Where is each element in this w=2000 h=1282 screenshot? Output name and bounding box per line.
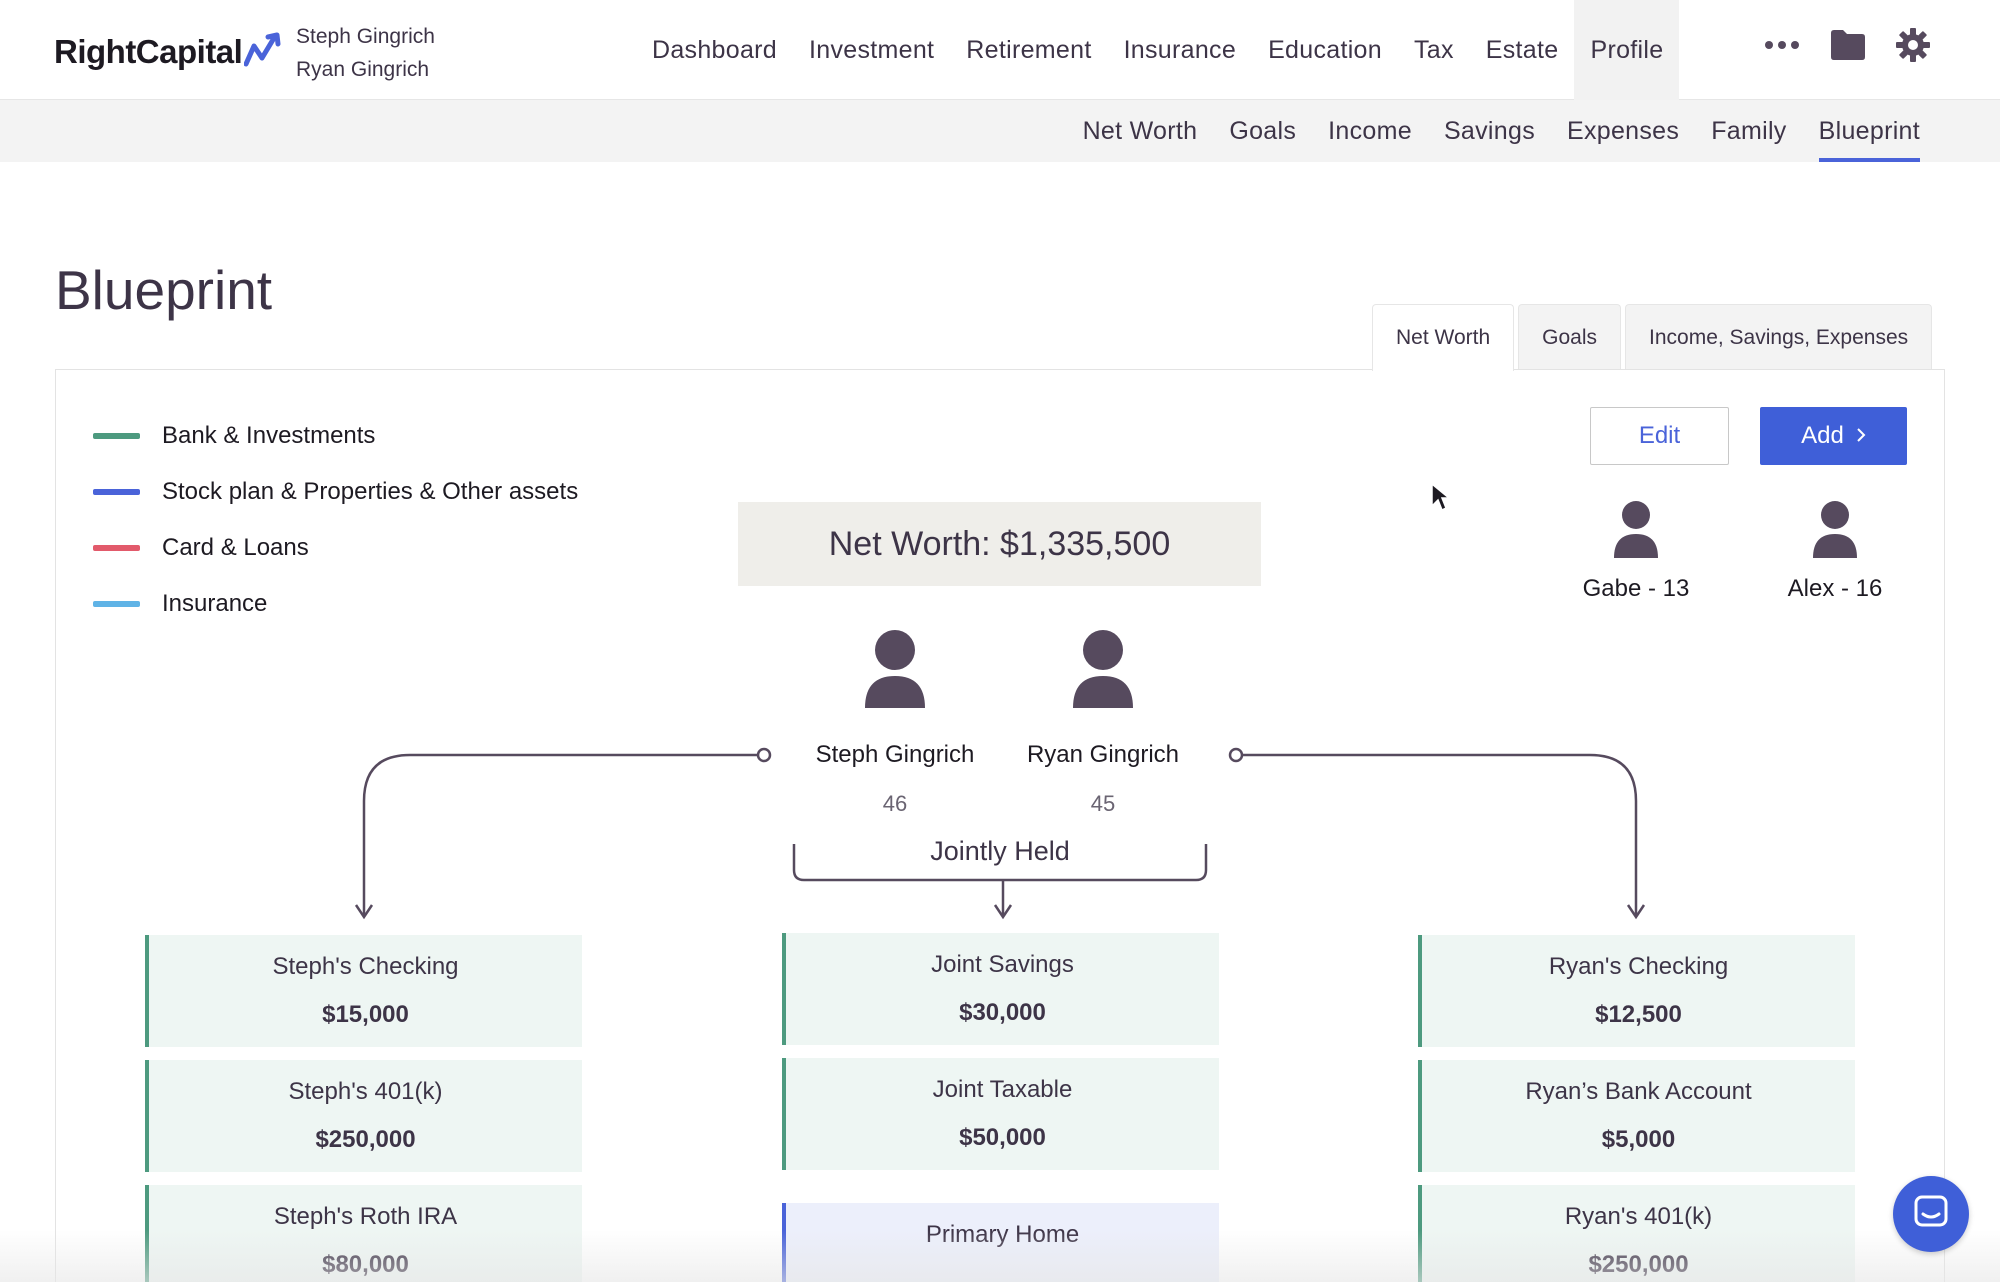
joint-accounts: Joint Savings $30,000 Joint Taxable $50,… bbox=[782, 933, 1219, 1282]
account-card[interactable]: Steph's Checking $15,000 bbox=[145, 935, 582, 1047]
chat-icon bbox=[1913, 1194, 1949, 1235]
account-value: $80,000 bbox=[322, 1251, 409, 1278]
property-name: Primary Home bbox=[925, 1221, 1080, 1248]
account-card[interactable]: Ryan’s Bank Account $5,000 bbox=[1418, 1060, 1855, 1172]
account-value: $250,000 bbox=[1588, 1251, 1689, 1278]
mouse-cursor-icon bbox=[1430, 482, 1452, 517]
account-card[interactable]: Ryan's Checking $12,500 bbox=[1418, 935, 1855, 1047]
account-value: $12,500 bbox=[1595, 1001, 1682, 1028]
account-card[interactable]: Ryan's 401(k) $250,000 bbox=[1418, 1185, 1855, 1282]
account-value: $15,000 bbox=[322, 1001, 409, 1028]
account-name: Ryan's 401(k) bbox=[1564, 1203, 1713, 1230]
ryan-accounts: Ryan's Checking $12,500 Ryan’s Bank Acco… bbox=[1418, 935, 1855, 1282]
account-name: Steph's Checking bbox=[272, 953, 459, 980]
tab-net-worth[interactable]: Net Worth bbox=[1372, 304, 1515, 371]
account-name: Joint Savings bbox=[931, 951, 1074, 978]
account-name: Steph's Roth IRA bbox=[273, 1203, 458, 1230]
account-card[interactable]: Steph's Roth IRA $80,000 bbox=[145, 1185, 582, 1282]
account-name: Joint Taxable bbox=[932, 1076, 1073, 1103]
account-name: Ryan’s Bank Account bbox=[1525, 1078, 1752, 1105]
steph-accounts: Steph's Checking $15,000 Steph's 401(k) … bbox=[145, 935, 582, 1282]
account-value: $250,000 bbox=[315, 1126, 416, 1153]
property-card[interactable]: Primary Home bbox=[782, 1203, 1219, 1282]
account-name: Ryan's Checking bbox=[1548, 953, 1729, 980]
account-card[interactable]: Steph's 401(k) $250,000 bbox=[145, 1060, 582, 1172]
account-card[interactable]: Joint Savings $30,000 bbox=[782, 933, 1219, 1045]
account-value: $30,000 bbox=[959, 999, 1046, 1026]
account-name: Steph's 401(k) bbox=[288, 1078, 443, 1105]
jointly-held-label: Jointly Held bbox=[930, 836, 1070, 866]
account-value: $50,000 bbox=[959, 1124, 1046, 1151]
account-value: $5,000 bbox=[1601, 1126, 1676, 1153]
account-card[interactable]: Joint Taxable $50,000 bbox=[782, 1058, 1219, 1170]
chat-support-button[interactable] bbox=[1893, 1176, 1969, 1252]
